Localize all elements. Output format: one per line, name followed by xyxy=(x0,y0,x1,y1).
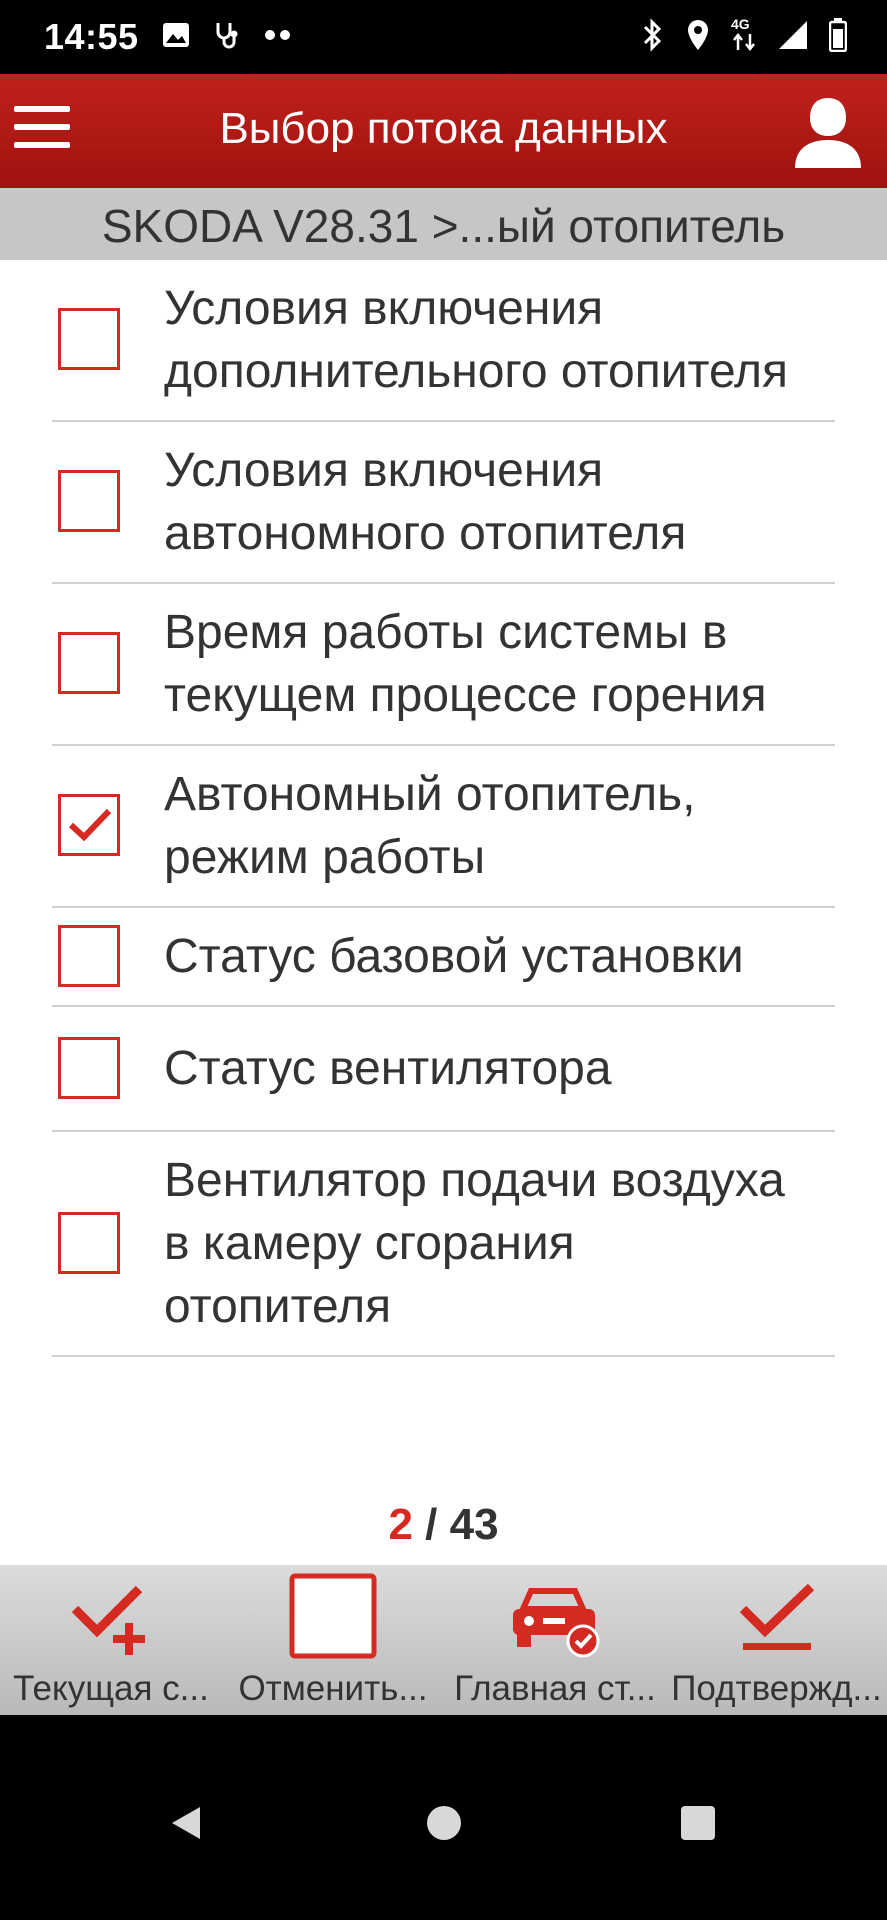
item-label: Условия включения дополнительного отопит… xyxy=(164,282,789,398)
home-icon[interactable] xyxy=(424,1803,464,1843)
image-icon xyxy=(163,23,189,47)
page-total: 43 xyxy=(449,1500,499,1549)
network-type: 4G xyxy=(731,16,750,32)
back-icon[interactable] xyxy=(166,1803,206,1843)
confirm-button[interactable]: Подтвержд... xyxy=(666,1565,887,1715)
status-bar: 14:55 4G xyxy=(0,0,887,74)
item-label: Условия включения автономного отопителя xyxy=(164,444,687,560)
car-check-icon xyxy=(513,1588,600,1658)
checkbox-checked[interactable] xyxy=(58,794,120,856)
checkbox[interactable] xyxy=(58,924,120,987)
item-label: Статус базовой установки xyxy=(164,930,744,983)
list-item[interactable]: Автономный отопитель, режим работы xyxy=(52,746,835,908)
signal-icon xyxy=(779,21,807,49)
checkbox[interactable] xyxy=(58,1211,120,1274)
list-item[interactable]: Условия включения автономного отопителя xyxy=(52,422,835,584)
checkbox[interactable] xyxy=(58,470,120,532)
system-nav-bar xyxy=(0,1715,887,1920)
item-label: Статус вентилятора xyxy=(164,1042,612,1095)
checkmark-icon xyxy=(68,808,112,842)
toolbar-label: Главная ст... xyxy=(454,1669,656,1708)
data-arrows-icon xyxy=(733,32,755,52)
recents-icon[interactable] xyxy=(678,1803,718,1843)
user-profile-icon[interactable] xyxy=(791,94,865,170)
item-label: Время работы системы в текущем процессе … xyxy=(164,606,767,722)
data-stream-list: Условия включения дополнительного отопит… xyxy=(0,260,887,1565)
page-current: 2 xyxy=(388,1500,413,1549)
page-separator: / xyxy=(412,1500,450,1549)
toolbar-label: Подтвержд... xyxy=(671,1669,882,1708)
battery-icon xyxy=(829,18,847,52)
home-page-button[interactable]: Главная ст... xyxy=(444,1565,666,1715)
page-title: Выбор потока данных xyxy=(219,104,668,153)
current-selection-button[interactable]: Текущая с... xyxy=(0,1565,222,1715)
toolbar-label: Отменить... xyxy=(238,1669,428,1708)
stethoscope-icon xyxy=(216,23,238,49)
check-plus-icon xyxy=(71,1585,145,1655)
empty-checkbox-icon xyxy=(289,1573,377,1659)
checkbox[interactable] xyxy=(58,632,120,694)
app-bar: Выбор потока данных xyxy=(0,74,887,188)
confirm-check-icon xyxy=(739,1583,814,1650)
cancel-button[interactable]: Отменить... xyxy=(222,1565,444,1715)
location-icon xyxy=(688,20,708,50)
list-item[interactable]: Статус базовой установки xyxy=(52,908,835,1007)
bottom-toolbar: Текущая с... Отменить... Главная ст... П… xyxy=(0,1565,887,1715)
more-dots-icon xyxy=(265,30,290,40)
toolbar-label: Текущая с... xyxy=(13,1669,209,1708)
item-label: Вентилятор подачи воздуха в камеру сгора… xyxy=(164,1154,785,1333)
bluetooth-icon xyxy=(643,18,662,52)
checkbox[interactable] xyxy=(58,1036,120,1099)
list-item[interactable]: Время работы системы в текущем процессе … xyxy=(52,584,835,746)
item-label: Автономный отопитель, режим работы xyxy=(164,768,696,884)
list-item[interactable]: Условия включения дополнительного отопит… xyxy=(52,260,835,422)
checkbox[interactable] xyxy=(58,308,120,370)
breadcrumb: SKODA V28.31 >...ый отопитель xyxy=(0,188,887,260)
list-item[interactable]: Статус вентилятора xyxy=(52,1007,835,1132)
status-time: 14:55 xyxy=(44,16,139,57)
page-counter: 2 / 43 xyxy=(0,1500,887,1550)
list-item[interactable]: Вентилятор подачи воздуха в камеру сгора… xyxy=(52,1132,835,1357)
